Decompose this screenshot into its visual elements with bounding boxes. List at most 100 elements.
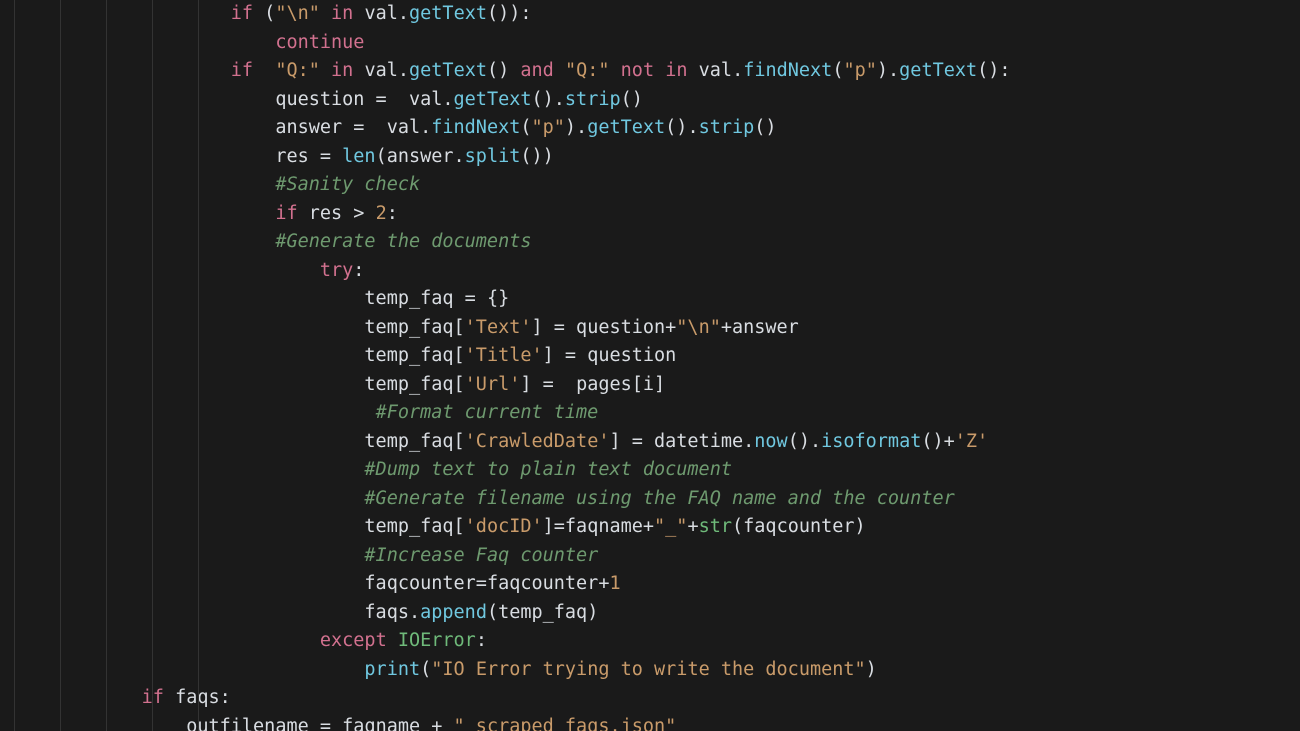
token-cmt: #Format current time xyxy=(376,402,599,423)
token-id: + xyxy=(687,516,698,537)
token-cmt: #Generate the documents xyxy=(275,231,531,252)
token-str: "p" xyxy=(532,117,565,138)
token-str: "_" xyxy=(654,516,687,537)
code-line[interactable]: temp_faq['Title'] = question xyxy=(8,345,676,366)
code-editor-content[interactable]: if ("\n" in val.getText()): continue if … xyxy=(0,0,1300,731)
code-line[interactable]: faqcounter=faqcounter+1 xyxy=(8,573,621,594)
token-fn: append xyxy=(420,602,487,623)
token-kw: if xyxy=(231,3,253,24)
token-id: temp_faq[ xyxy=(364,516,464,537)
token-cmt: #Increase Faq counter xyxy=(364,545,598,566)
code-line[interactable]: #Dump text to plain text document xyxy=(8,459,732,480)
token-str: "p" xyxy=(843,60,876,81)
code-line[interactable]: answer = val.findNext("p").getText().str… xyxy=(8,117,777,138)
token-id: ()) xyxy=(520,146,553,167)
token-kw: if xyxy=(142,687,164,708)
token-id: ). xyxy=(877,60,899,81)
token-id: val. xyxy=(353,3,409,24)
token-kw: try xyxy=(320,260,353,281)
token-str: 'Text' xyxy=(465,317,532,338)
token-id: (temp_faq) xyxy=(487,602,598,623)
token-fn: getText xyxy=(454,89,532,110)
token-id: faqs: xyxy=(164,687,231,708)
token-typ: IOError xyxy=(398,630,476,651)
token-str: "\n" xyxy=(676,317,721,338)
code-line[interactable]: res = len(answer.split()) xyxy=(8,146,554,167)
token-id: temp_faq[ xyxy=(364,431,464,452)
token-id: temp_faq[ xyxy=(364,345,464,366)
token-str: 'Title' xyxy=(465,345,543,366)
code-line[interactable]: if "Q:" in val.getText() and "Q:" not in… xyxy=(8,60,1011,81)
token-id xyxy=(253,60,275,81)
code-line[interactable]: temp_faq['docID']=faqname+"_"+str(faqcou… xyxy=(8,516,866,537)
code-line[interactable]: try: xyxy=(8,260,364,281)
token-id: ()+ xyxy=(921,431,954,452)
code-line[interactable]: if ("\n" in val.getText()): xyxy=(8,3,532,24)
code-line[interactable]: temp_faq['Text'] = question+"\n"+answer xyxy=(8,317,799,338)
token-id: temp_faq[ xyxy=(364,374,464,395)
code-line[interactable]: temp_faq['CrawledDate'] = datetime.now()… xyxy=(8,431,988,452)
token-str: 'Url' xyxy=(465,374,521,395)
token-kw: except xyxy=(320,630,387,651)
code-line[interactable]: #Generate the documents xyxy=(8,231,532,252)
code-line[interactable]: #Sanity check xyxy=(8,174,420,195)
token-fn: getText xyxy=(409,60,487,81)
token-str: 'docID' xyxy=(465,516,543,537)
token-id: val. xyxy=(353,60,409,81)
token-fn: strip xyxy=(565,89,621,110)
token-num: 1 xyxy=(609,573,620,594)
token-id: (). xyxy=(665,117,698,138)
token-id: faqcounter=faqcounter+ xyxy=(364,573,609,594)
code-line[interactable]: question = val.getText().strip() xyxy=(8,89,643,110)
code-line[interactable]: except IOError: xyxy=(8,630,487,651)
token-fn: findNext xyxy=(431,117,520,138)
code-line[interactable]: if faqs: xyxy=(8,687,231,708)
token-fn: print xyxy=(364,659,420,680)
token-id xyxy=(610,60,621,81)
code-line[interactable]: outfilename = faqname + "_scraped_faqs.j… xyxy=(8,716,676,731)
token-id: faqs. xyxy=(364,602,420,623)
token-id: ( xyxy=(420,659,431,680)
token-id xyxy=(387,630,398,651)
code-line[interactable]: #Format current time xyxy=(8,402,598,423)
code-line[interactable]: if res > 2: xyxy=(8,203,398,224)
code-line[interactable]: temp_faq = {} xyxy=(8,288,509,309)
token-kw: in xyxy=(331,3,353,24)
token-id: ] = datetime. xyxy=(609,431,754,452)
token-fn: getText xyxy=(899,60,977,81)
token-str: "\n" xyxy=(275,3,320,24)
token-id: question = val. xyxy=(275,89,453,110)
token-kw: and xyxy=(520,60,553,81)
token-id: (). xyxy=(788,431,821,452)
token-id: val. xyxy=(688,60,744,81)
code-line[interactable]: print("IO Error trying to write the docu… xyxy=(8,659,877,680)
token-id: ). xyxy=(565,117,587,138)
code-line[interactable]: #Increase Faq counter xyxy=(8,545,598,566)
code-line[interactable]: faqs.append(temp_faq) xyxy=(8,602,598,623)
token-id: (): xyxy=(977,60,1010,81)
token-fn: strip xyxy=(699,117,755,138)
token-fn: split xyxy=(465,146,521,167)
token-typ: str xyxy=(699,516,732,537)
token-kw: in xyxy=(331,60,353,81)
token-id: (faqcounter) xyxy=(732,516,866,537)
token-id: () xyxy=(487,60,520,81)
token-id: : xyxy=(353,260,364,281)
token-str: 'Z' xyxy=(955,431,988,452)
token-id xyxy=(554,60,565,81)
code-line[interactable]: continue xyxy=(8,32,364,53)
token-id: answer = val. xyxy=(275,117,431,138)
code-line[interactable]: #Generate filename using the FAQ name an… xyxy=(8,488,955,509)
token-id xyxy=(320,3,331,24)
token-id: ( xyxy=(253,3,275,24)
token-str: "IO Error trying to write the document" xyxy=(431,659,865,680)
token-kw: in xyxy=(665,60,687,81)
token-id: temp_faq[ xyxy=(364,317,464,338)
token-str: "Q:" xyxy=(565,60,610,81)
code-line[interactable]: temp_faq['Url'] = pages[i] xyxy=(8,374,665,395)
token-fn: isoformat xyxy=(821,431,921,452)
token-kw: continue xyxy=(275,32,364,53)
token-id: ] = question+ xyxy=(532,317,677,338)
token-id: ()): xyxy=(487,3,532,24)
token-id: +answer xyxy=(721,317,799,338)
